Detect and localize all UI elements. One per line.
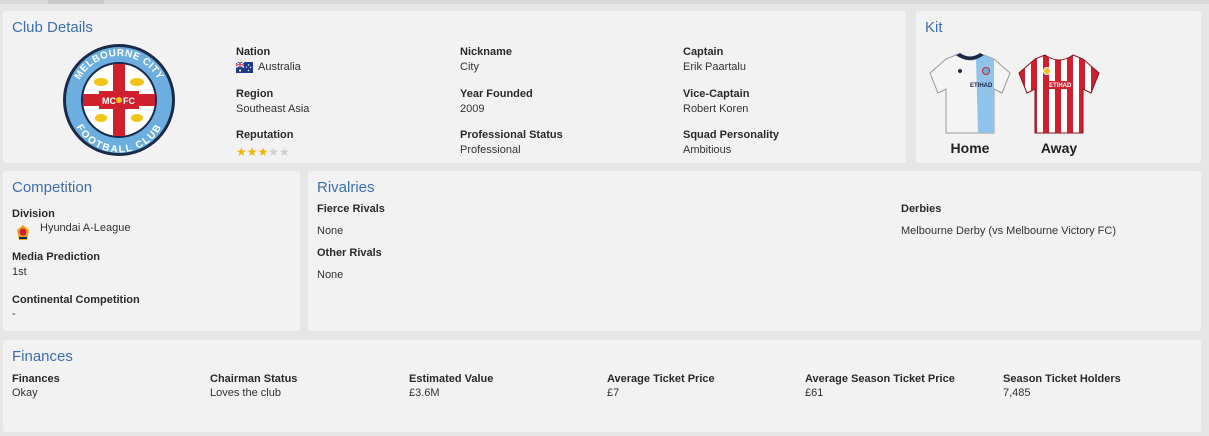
star-filled-icon: ★ [257, 145, 269, 159]
professional-status-label: Professional Status [460, 129, 563, 141]
average-ticket-price-label: Average Ticket Price [607, 373, 715, 385]
year-founded-label: Year Founded [460, 88, 533, 100]
badge-mc-text: MC [102, 96, 116, 106]
home-kit-label: Home [950, 140, 990, 156]
average-season-ticket-price-value: £61 [805, 387, 824, 399]
reputation-label: Reputation [236, 129, 294, 141]
captain-value[interactable]: Erik Paartalu [683, 61, 746, 73]
competition-title: Competition [12, 179, 93, 196]
away-kit-label: Away [1040, 140, 1078, 156]
competition-panel: Competition Division Hyundai A-League Me… [3, 171, 300, 331]
away-sponsor-text: ETIHAD [1049, 83, 1072, 89]
estimated-value-value: £3.6M [409, 387, 440, 399]
season-ticket-holders-value: 7,485 [1003, 387, 1031, 399]
active-tab-indicator[interactable] [48, 0, 104, 4]
average-season-ticket-price-label: Average Season Ticket Price [805, 373, 955, 385]
derbies-label: Derbies [901, 203, 942, 215]
fierce-rivals-value: None [317, 225, 344, 237]
rivalries-panel: Rivalries Fierce Rivals None Other Rival… [308, 171, 1201, 331]
kit-panel: Kit ETIHAD Home ETIHAD Away [916, 11, 1201, 163]
average-ticket-price-value: £7 [607, 387, 620, 399]
nickname-value: City [460, 61, 479, 73]
nation-value[interactable]: Australia [258, 61, 301, 73]
away-kit-shirt-icon[interactable]: ETIHAD [1017, 51, 1101, 137]
kit-title: Kit [925, 19, 943, 36]
professional-status-value: Professional [460, 144, 521, 156]
club-badge-icon: MC FC MELBOURNE CITY FOOTBALL CLUB [63, 44, 175, 156]
home-kit-shirt-icon[interactable]: ETIHAD [928, 51, 1012, 137]
region-label: Region [236, 88, 274, 100]
nation-label: Nation [236, 46, 271, 58]
season-ticket-holders-label: Season Ticket Holders [1003, 373, 1121, 385]
badge-fc-text: FC [123, 96, 135, 106]
fierce-rivals-label: Fierce Rivals [317, 203, 385, 215]
estimated-value-label: Estimated Value [409, 373, 494, 385]
media-prediction-label: Media Prediction [12, 251, 101, 263]
division-value[interactable]: Hyundai A-League [40, 222, 131, 234]
year-founded-value: 2009 [460, 103, 485, 115]
reputation-stars: ★ ★ ★ ★ ★ [236, 146, 290, 158]
home-sponsor-text: ETIHAD [970, 83, 993, 89]
star-empty-icon: ★ [268, 145, 280, 159]
continental-competition-value: - [12, 308, 16, 320]
star-filled-icon: ★ [246, 145, 258, 159]
squad-personality-value: Ambitious [683, 144, 732, 156]
finances-panel: Finances Finances Okay Chairman Status L… [3, 340, 1201, 432]
finances-title: Finances [12, 348, 73, 365]
media-prediction-value: 1st [12, 266, 27, 278]
club-details-panel: Club Details MC FC MELBOURNE CITY FOOTBA… [3, 11, 906, 163]
top-tab-strip [0, 0, 1209, 4]
finances-value: Okay [12, 387, 38, 399]
division-label: Division [12, 208, 55, 220]
australia-flag-icon [236, 62, 253, 73]
vice-captain-label: Vice-Captain [683, 88, 750, 100]
other-rivals-label: Other Rivals [317, 247, 382, 259]
continental-competition-label: Continental Competition [12, 294, 140, 306]
other-rivals-value: None [317, 269, 344, 281]
derbies-value[interactable]: Melbourne Derby (vs Melbourne Victory FC… [901, 225, 1116, 237]
region-value: Southeast Asia [236, 103, 310, 115]
chairman-status-label: Chairman Status [210, 373, 298, 385]
finances-label: Finances [12, 373, 60, 385]
nickname-label: Nickname [460, 46, 512, 58]
squad-personality-label: Squad Personality [683, 129, 779, 141]
chairman-status-value: Loves the club [210, 387, 281, 399]
rivalries-title: Rivalries [317, 179, 375, 196]
captain-label: Captain [683, 46, 724, 58]
vice-captain-value[interactable]: Robert Koren [683, 103, 748, 115]
club-details-title: Club Details [12, 19, 93, 36]
star-filled-icon: ★ [236, 145, 247, 159]
a-league-logo-icon [17, 225, 29, 240]
star-empty-icon: ★ [279, 145, 290, 159]
